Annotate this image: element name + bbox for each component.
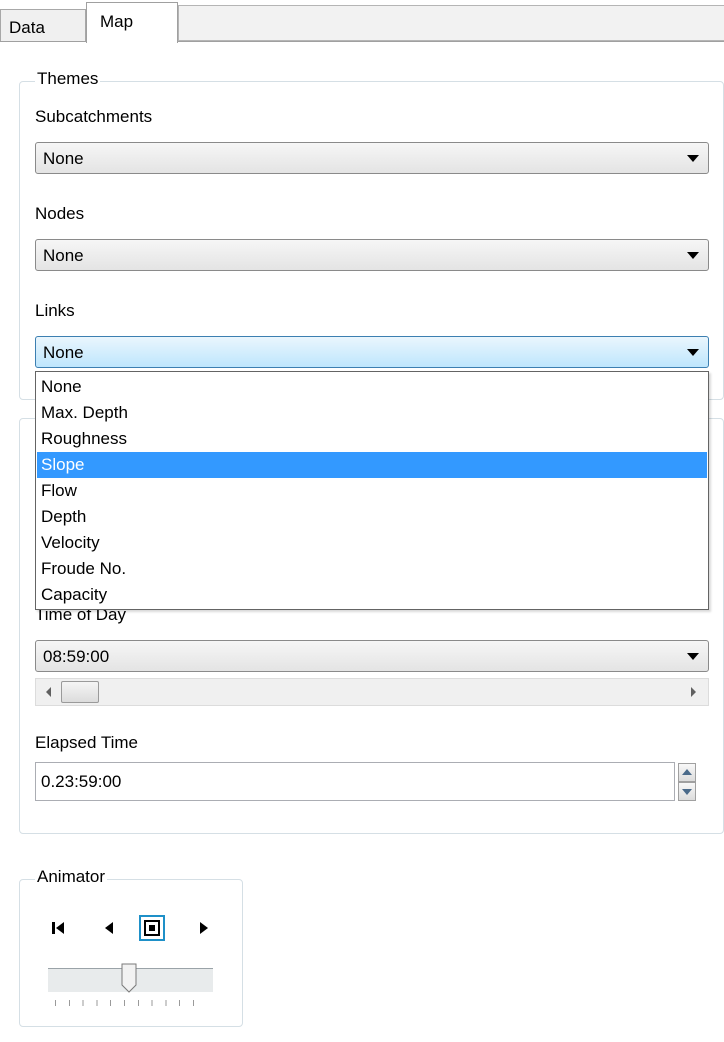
- slider-thumb[interactable]: [121, 963, 137, 993]
- spin-down-button[interactable]: [678, 782, 696, 801]
- step-back-button[interactable]: [96, 915, 122, 941]
- stop-icon: [144, 920, 160, 936]
- list-item[interactable]: Max. Depth: [37, 400, 707, 426]
- list-item-selected[interactable]: Slope: [37, 452, 707, 478]
- themes-legend: Themes: [35, 69, 101, 89]
- list-item[interactable]: Depth: [37, 504, 707, 530]
- subcatchments-label: Subcatchments: [35, 107, 153, 126]
- tab-map-label: Map: [100, 12, 134, 31]
- elapsed-time-label: Elapsed Time: [35, 733, 138, 752]
- tab-data[interactable]: Data: [0, 9, 86, 41]
- links-dropdown-list: None Max. Depth Roughness Slope Flow Dep…: [35, 371, 709, 610]
- chevron-down-icon: [687, 155, 699, 162]
- time-of-day-select[interactable]: 08:59:00: [35, 640, 709, 672]
- rewind-button[interactable]: [45, 915, 71, 941]
- list-item[interactable]: Flow: [37, 478, 707, 504]
- links-select[interactable]: None: [35, 336, 709, 368]
- list-item[interactable]: Roughness: [37, 426, 707, 452]
- links-label: Links: [35, 301, 75, 320]
- play-reverse-icon: [105, 922, 113, 934]
- list-item[interactable]: None: [37, 374, 707, 400]
- time-of-day-value: 08:59:00: [43, 647, 110, 666]
- subcatchments-select[interactable]: None: [35, 142, 709, 174]
- nodes-value: None: [43, 246, 84, 265]
- elapsed-time-value: 0.23:59:00: [41, 772, 122, 791]
- skip-back-icon: [52, 922, 64, 934]
- tab-map[interactable]: Map: [86, 2, 178, 43]
- slider-ticks: [55, 1000, 207, 1006]
- tab-data-label: Data: [9, 18, 45, 37]
- nodes-select[interactable]: None: [35, 239, 709, 271]
- scroll-thumb[interactable]: [61, 681, 99, 703]
- scroll-left-icon[interactable]: [46, 687, 51, 697]
- slider-thumb-icon: [121, 963, 137, 993]
- subcatchments-value: None: [43, 149, 84, 168]
- scroll-right-icon[interactable]: [691, 687, 696, 697]
- time-scrollbar[interactable]: [35, 678, 709, 706]
- elapsed-time-field[interactable]: 0.23:59:00: [35, 762, 675, 801]
- list-item[interactable]: Velocity: [37, 530, 707, 556]
- stop-button[interactable]: [139, 915, 165, 941]
- list-item[interactable]: Capacity: [37, 582, 707, 608]
- links-value: None: [43, 343, 84, 362]
- play-button[interactable]: [191, 915, 217, 941]
- chevron-down-icon: [682, 789, 692, 795]
- chevron-down-icon: [687, 653, 699, 660]
- list-item[interactable]: Froude No.: [37, 556, 707, 582]
- play-icon: [200, 922, 208, 934]
- chevron-up-icon: [682, 769, 692, 775]
- chevron-down-icon: [687, 252, 699, 259]
- tab-strip: [178, 5, 724, 41]
- nodes-label: Nodes: [35, 204, 85, 223]
- animator-legend: Animator: [35, 867, 108, 887]
- spin-up-button[interactable]: [678, 763, 696, 782]
- chevron-down-icon: [687, 349, 699, 356]
